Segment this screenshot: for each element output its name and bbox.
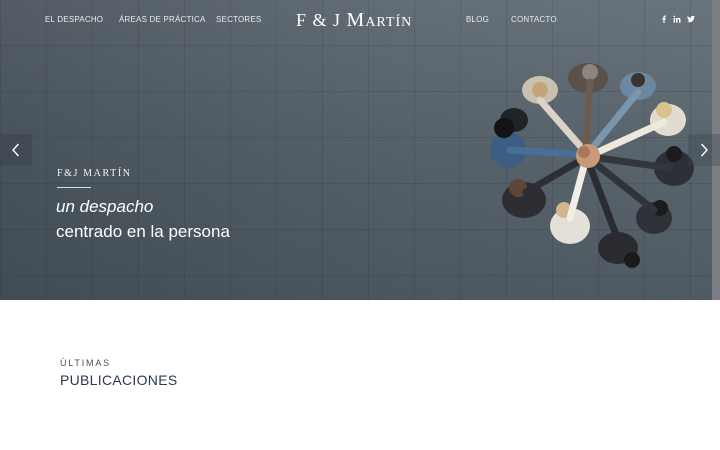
- slider-prev-button[interactable]: [0, 134, 32, 166]
- site-logo[interactable]: F & J Martín: [296, 6, 428, 34]
- top-navigation: EL DESPACHO ÁREAS DE PRÁCTICA SECTORES F…: [0, 0, 720, 40]
- hero-divider: [57, 187, 91, 188]
- publications-title: PUBLICACIONES: [60, 372, 178, 388]
- facebook-icon[interactable]: [658, 13, 670, 25]
- hero-eyebrow: F&J MARTÍN: [57, 168, 132, 179]
- chevron-right-icon: [700, 143, 708, 157]
- nav-el-despacho[interactable]: EL DESPACHO: [45, 15, 103, 24]
- hero-slider: [0, 0, 720, 300]
- logo-surname: Martín: [346, 9, 413, 31]
- chevron-left-icon: [12, 143, 20, 157]
- logo-initials: F & J: [296, 10, 342, 30]
- publications-kicker: ÚLTIMAS: [60, 358, 111, 368]
- linkedin-icon[interactable]: [671, 13, 683, 25]
- nav-areas-de-practica[interactable]: ÁREAS DE PRÁCTICA: [119, 15, 206, 24]
- nav-blog[interactable]: BLOG: [466, 15, 489, 24]
- slider-next-button[interactable]: [688, 134, 720, 166]
- hero-tagline-line1: un despacho: [56, 197, 154, 216]
- nav-sectores[interactable]: SECTORES: [216, 15, 261, 24]
- nav-contacto[interactable]: CONTACTO: [511, 15, 557, 24]
- twitter-icon[interactable]: [685, 13, 697, 25]
- hero-tagline-line2: centrado en la persona: [56, 222, 230, 241]
- team-huddle-image: [490, 63, 694, 268]
